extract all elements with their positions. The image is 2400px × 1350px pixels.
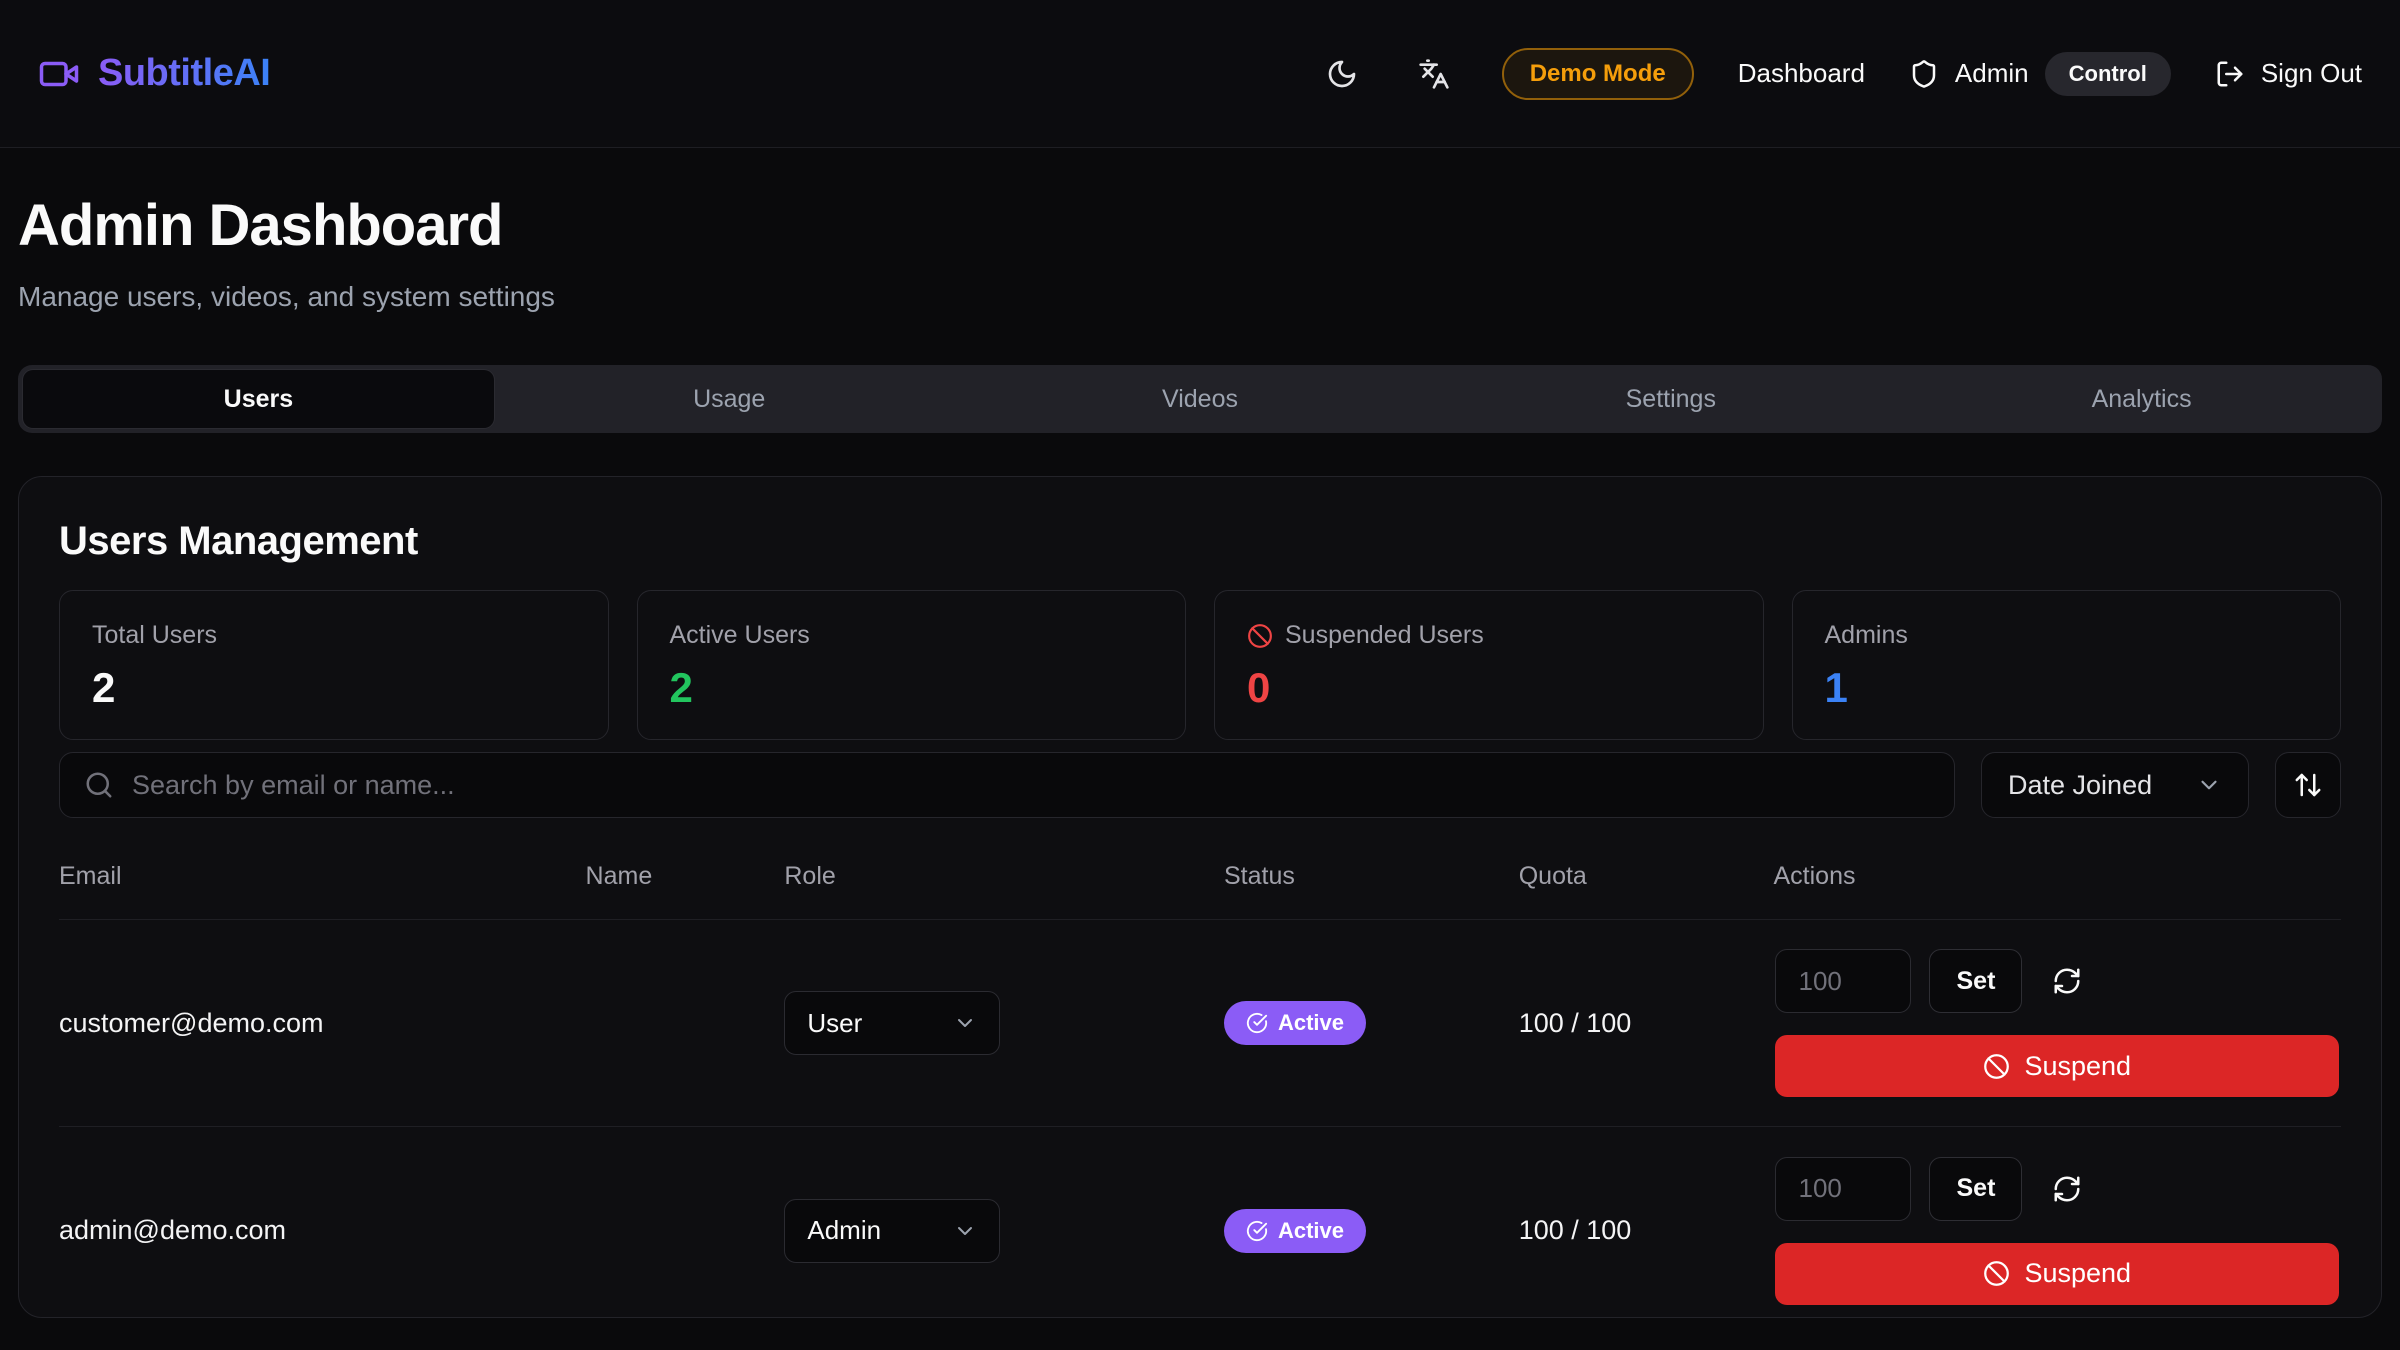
role-select[interactable]: User [784, 991, 1000, 1055]
page-title: Admin Dashboard [18, 192, 2382, 259]
tab-videos[interactable]: Videos [965, 370, 1436, 428]
actions-cell: Set [1773, 949, 2341, 1097]
control-badge: Control [2045, 52, 2171, 96]
reset-quota-button[interactable] [2052, 1174, 2082, 1204]
circle-check-icon [1246, 1012, 1268, 1034]
user-email: customer@demo.com [59, 1008, 586, 1039]
stat-card-suspended-users: Suspended Users 0 [1214, 590, 1764, 740]
nav-right: Demo Mode Dashboard Admin Control Sign O… [1318, 48, 2362, 100]
theme-toggle-button[interactable] [1318, 50, 1366, 98]
sign-out-button[interactable]: Sign Out [2215, 58, 2362, 89]
top-nav: SubtitleAI Demo Mode Dashboard [0, 0, 2400, 148]
users-management-panel: Users Management Total Users 2 Active Us… [18, 476, 2382, 1318]
sort-field-value: Date Joined [2008, 770, 2152, 801]
tab-users[interactable]: Users [23, 370, 494, 428]
col-header-status: Status [1224, 862, 1519, 891]
ban-icon [1247, 623, 1273, 649]
ban-icon [1983, 1053, 2010, 1080]
quota-value: 100 / 100 [1519, 1215, 1774, 1246]
col-header-actions: Actions [1773, 862, 2341, 891]
chevron-down-icon [953, 1011, 977, 1035]
actions-cell: Set [1773, 1157, 2341, 1305]
user-email: admin@demo.com [59, 1215, 586, 1246]
filter-row: Date Joined [59, 752, 2341, 818]
reset-quota-button[interactable] [2052, 966, 2082, 996]
nav-link-dashboard[interactable]: Dashboard [1738, 58, 1865, 89]
stat-card-admins: Admins 1 [1792, 590, 2342, 740]
stat-value: 0 [1247, 664, 1731, 712]
sort-field-select[interactable]: Date Joined [1981, 752, 2249, 818]
moon-icon [1326, 58, 1358, 90]
chevron-down-icon [953, 1219, 977, 1243]
tab-settings[interactable]: Settings [1435, 370, 1906, 428]
page-subtitle: Manage users, videos, and system setting… [18, 281, 2382, 313]
circle-check-icon [1246, 1220, 1268, 1242]
col-header-role: Role [784, 862, 1224, 891]
admin-role-label: Admin [1955, 58, 2029, 89]
suspend-user-button[interactable]: Suspend [1775, 1243, 2339, 1305]
tab-usage[interactable]: Usage [494, 370, 965, 428]
log-out-icon [2215, 59, 2245, 89]
page-content: Admin Dashboard Manage users, videos, an… [0, 192, 2400, 1318]
set-quota-button[interactable]: Set [1929, 1157, 2022, 1221]
table-header: Email Name Role Status Quota Actions [59, 862, 2341, 920]
status-badge: Active [1224, 1001, 1366, 1045]
stat-value: 2 [670, 664, 1154, 712]
col-header-name: Name [586, 862, 785, 891]
set-quota-button[interactable]: Set [1929, 949, 2022, 1013]
sign-out-label: Sign Out [2261, 58, 2362, 89]
demo-mode-badge: Demo Mode [1502, 48, 1694, 100]
col-header-quota: Quota [1519, 862, 1774, 891]
suspend-user-button[interactable]: Suspend [1775, 1035, 2339, 1097]
quota-value: 100 / 100 [1519, 1008, 1774, 1039]
tab-analytics[interactable]: Analytics [1906, 370, 2377, 428]
stat-value: 2 [92, 664, 576, 712]
role-select[interactable]: Admin [784, 1199, 1000, 1263]
arrow-up-down-icon [2293, 770, 2323, 800]
stat-card-total-users: Total Users 2 [59, 590, 609, 740]
search-input[interactable] [132, 770, 1930, 801]
stat-value: 1 [1825, 664, 2309, 712]
sort-direction-button[interactable] [2275, 752, 2341, 818]
stat-card-active-users: Active Users 2 [637, 590, 1187, 740]
table-row: admin@demo.com Admin [59, 1127, 2341, 1318]
status-badge: Active [1224, 1209, 1366, 1253]
ban-icon [1983, 1260, 2010, 1287]
stat-label: Suspended Users [1247, 621, 1731, 650]
video-camera-icon [38, 53, 80, 95]
quota-input[interactable] [1775, 949, 1911, 1013]
stat-label: Admins [1825, 621, 2309, 650]
role-select-value: Admin [807, 1215, 881, 1246]
search-icon [84, 770, 114, 800]
quota-input[interactable] [1775, 1157, 1911, 1221]
stat-label: Active Users [670, 621, 1154, 650]
language-toggle-button[interactable] [1410, 50, 1458, 98]
search-box [59, 752, 1955, 818]
col-header-email: Email [59, 862, 586, 891]
refresh-icon [2052, 966, 2082, 996]
admin-chip: Admin Control [1909, 52, 2171, 96]
table-row: customer@demo.com User [59, 920, 2341, 1127]
stats-row: Total Users 2 Active Users 2 Suspended U… [59, 590, 2341, 740]
stat-label: Total Users [92, 621, 576, 650]
brand-name: SubtitleAI [98, 52, 270, 95]
tab-bar: Users Usage Videos Settings Analytics [18, 365, 2382, 433]
users-table: Email Name Role Status Quota Actions cus… [59, 862, 2341, 1318]
shield-icon [1909, 59, 1939, 89]
languages-icon [1418, 58, 1450, 90]
role-select-value: User [807, 1008, 862, 1039]
chevron-down-icon [2196, 772, 2222, 798]
panel-title: Users Management [59, 519, 2341, 564]
brand-logo[interactable]: SubtitleAI [38, 52, 270, 95]
refresh-icon [2052, 1174, 2082, 1204]
